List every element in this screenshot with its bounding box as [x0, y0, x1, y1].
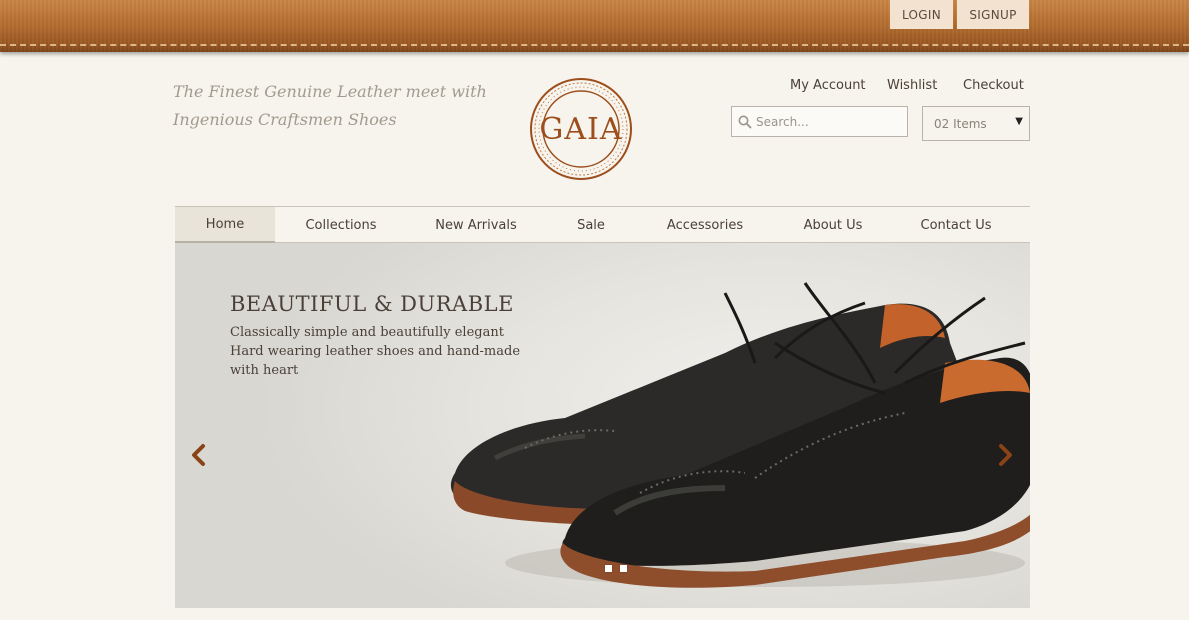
chevron-down-icon: ▼ [1015, 116, 1023, 127]
nav-item-about-us[interactable]: About Us [788, 207, 878, 242]
my-account-link[interactable]: My Account [790, 78, 866, 93]
nav-item-contact-us[interactable]: Contact Us [911, 207, 1001, 242]
chevron-right-icon [999, 444, 1012, 466]
signup-button[interactable]: SIGNUP [957, 0, 1029, 29]
main-nav: Home Collections New Arrivals Sale Acces… [175, 206, 1030, 244]
tagline-line-2: Ingenious Craftsmen Shoes [173, 110, 397, 129]
search-icon [738, 115, 752, 129]
tagline: The Finest Genuine Leather meet with Ing… [173, 78, 487, 134]
hero-slider: BEAUTIFUL & DURABLE Classically simple a… [175, 243, 1030, 608]
wishlist-link[interactable]: Wishlist [887, 78, 937, 93]
logo-text: GAIA [539, 111, 623, 147]
checkout-link[interactable]: Checkout [963, 78, 1024, 93]
search-input[interactable] [756, 112, 902, 132]
nav-item-new-arrivals[interactable]: New Arrivals [426, 207, 526, 242]
slider-next-button[interactable] [995, 443, 1015, 467]
tagline-line-1: The Finest Genuine Leather meet with [173, 82, 487, 101]
slider-dot-1[interactable] [605, 565, 612, 572]
nav-item-collections[interactable]: Collections [291, 207, 391, 242]
hero-text-line-3: with heart [230, 363, 299, 378]
login-button[interactable]: LOGIN [890, 0, 953, 29]
hero-description: Classically simple and beautifully elega… [230, 323, 520, 380]
leather-oxford-shoes-image [450, 282, 1030, 588]
nav-item-sale[interactable]: Sale [561, 207, 621, 242]
hero-text-line-2: Hard wearing leather shoes and hand-made [230, 344, 521, 359]
nav-item-accessories[interactable]: Accessories [655, 207, 755, 242]
slider-prev-button[interactable] [189, 443, 209, 467]
search-box [731, 106, 908, 137]
leather-stitching [0, 44, 1189, 46]
brand-logo[interactable]: GAIA [529, 77, 633, 181]
chevron-left-icon [192, 444, 205, 466]
hero-text-line-1: Classically simple and beautifully elega… [230, 325, 504, 340]
slider-dot-2[interactable] [620, 565, 627, 572]
nav-item-home[interactable]: Home [175, 207, 275, 244]
hero-title: BEAUTIFUL & DURABLE [230, 292, 514, 316]
cart-items-label: 02 Items [934, 117, 987, 131]
cart-dropdown[interactable]: 02 Items ▼ [922, 106, 1030, 141]
